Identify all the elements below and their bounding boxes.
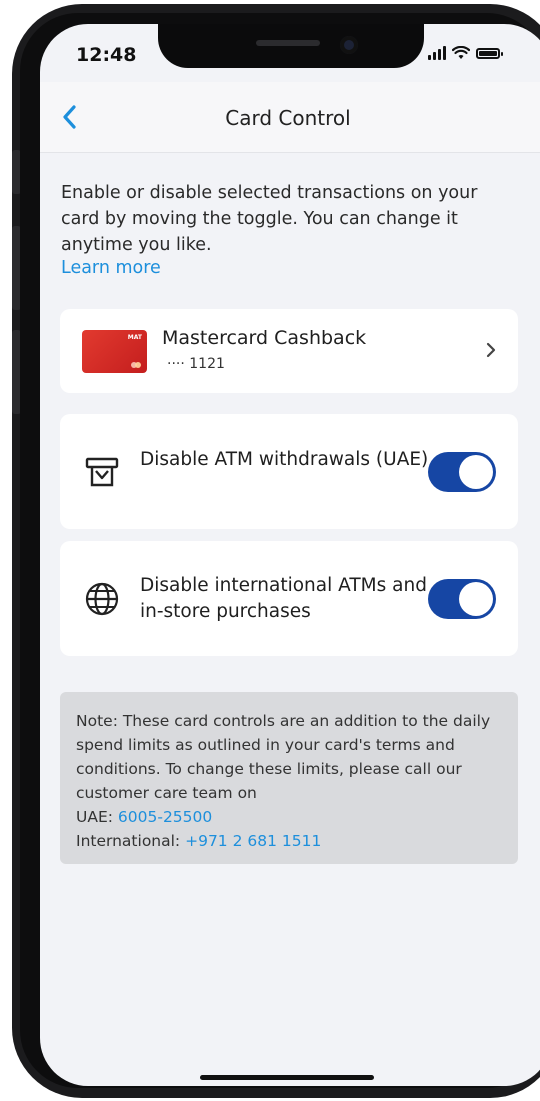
mastercard-logo-icon [131, 362, 141, 368]
signal-icon [428, 46, 446, 60]
toggle-international[interactable] [428, 579, 496, 619]
note-text: Note: These card controls are an additio… [76, 712, 491, 802]
home-indicator[interactable] [200, 1075, 374, 1080]
front-camera [340, 36, 358, 54]
battery-icon [476, 47, 503, 59]
toggle-knob [459, 455, 493, 489]
credit-card-icon: MAT [82, 330, 147, 373]
control-row-international: Disable international ATMs and in-store … [60, 541, 518, 656]
note-box: Note: These card controls are an additio… [60, 692, 518, 864]
toggle-knob [459, 582, 493, 616]
status-icons [428, 46, 503, 60]
uae-phone-link[interactable]: 6005-25500 [118, 808, 212, 826]
control-label-atm-uae: Disable ATM withdrawals (UAE) [140, 449, 429, 470]
note-text-block: Note: These card controls are an additio… [76, 709, 508, 853]
notch [158, 24, 424, 68]
atm-icon [85, 457, 119, 487]
card-name: Mastercard Cashback [162, 327, 367, 349]
wifi-icon [452, 46, 470, 59]
chevron-right-icon [486, 342, 496, 358]
page-title: Card Control [225, 106, 351, 130]
control-label-international: Disable international ATMs and in-store … [140, 575, 427, 622]
control-row-atm-uae: Disable ATM withdrawals (UAE) [60, 414, 518, 529]
globe-icon [85, 582, 119, 616]
learn-more-link[interactable]: Learn more [61, 258, 161, 278]
toggle-atm-uae[interactable] [428, 452, 496, 492]
card-number: ···· 1121 [167, 356, 225, 372]
uae-label: UAE: [76, 808, 113, 826]
intro-description: Enable or disable selected transactions … [61, 183, 478, 255]
speaker [256, 40, 320, 46]
status-time: 12:48 [76, 44, 137, 66]
international-phone-link[interactable]: +971 2 681 1511 [185, 832, 321, 850]
card-thumb-logo: MAT [127, 334, 142, 341]
international-label: International: [76, 832, 181, 850]
card-selector[interactable]: MAT Mastercard Cashback ···· 1121 [60, 309, 518, 393]
